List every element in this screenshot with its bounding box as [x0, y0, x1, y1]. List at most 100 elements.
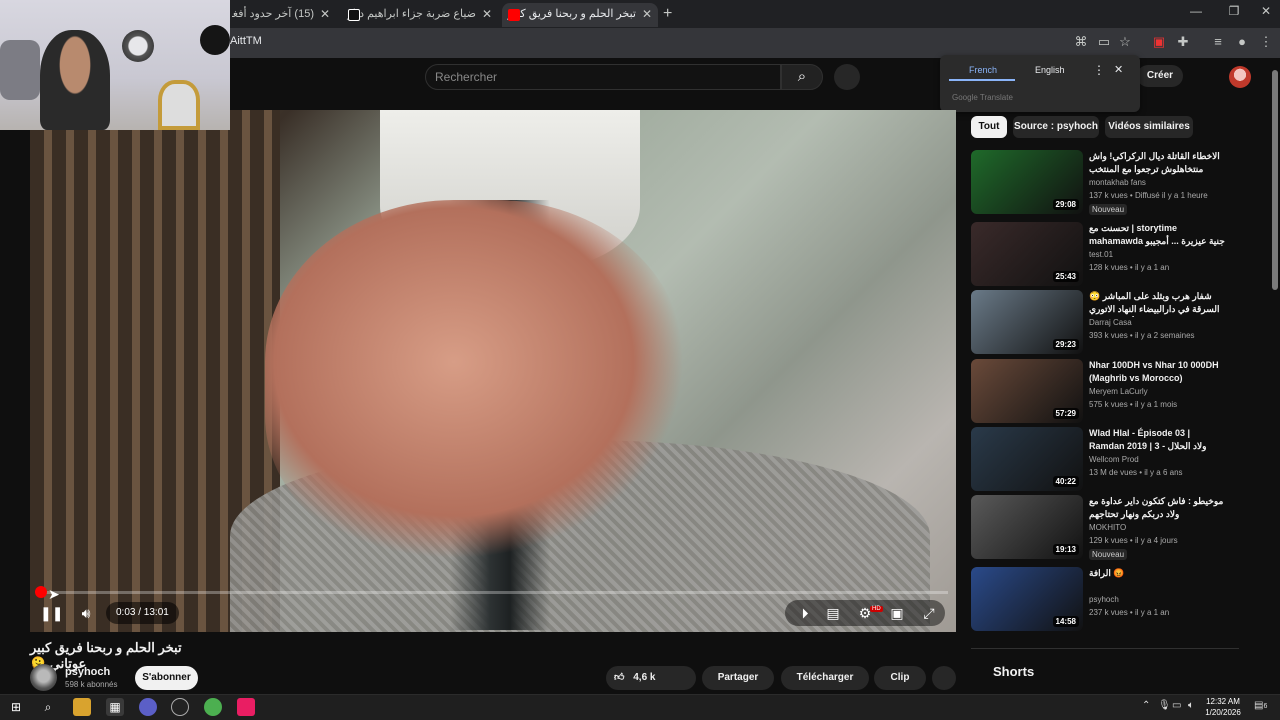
chrome-icon[interactable] — [204, 698, 222, 716]
related-title[interactable]: الرافة 😡 — [1089, 567, 1227, 580]
window-close-icon[interactable]: ✕ — [1254, 4, 1278, 18]
related-title[interactable]: Nhar 100DH vs Nhar 10 000DH (Maghrib vs … — [1089, 359, 1227, 385]
related-channel[interactable]: MOKHITO — [1089, 523, 1126, 532]
related-video-item[interactable]: 19:13 موخيطو : فاش كتكون داير عداوة مع ول… — [971, 495, 1231, 560]
chip-source[interactable]: Source : psyhoch — [1013, 116, 1099, 138]
taskbar-clock[interactable]: 12:32 AM 1/20/2026 — [1200, 696, 1246, 718]
translate-lang-from[interactable]: French — [969, 65, 997, 75]
related-video-item[interactable]: 57:29 Nhar 100DH vs Nhar 10 000DH (Maghri… — [971, 359, 1231, 423]
related-title[interactable]: Wlad Hlal - Épisode 03 | Ramdan 2019 | 3… — [1089, 427, 1227, 454]
volume-icon: 🔊︎ — [81, 605, 91, 621]
related-video-item[interactable]: 29:23 شفار هرب وبثلد على المباشر 😳 السرقة… — [971, 290, 1231, 354]
file-explorer-icon[interactable] — [73, 698, 91, 716]
volume-button[interactable]: 🔊︎ — [75, 603, 97, 623]
search-icon: ⌕ — [797, 68, 807, 85]
related-video-item[interactable]: 25:43 تحسنت مع | storytime mahamawda جنية… — [971, 222, 1231, 286]
account-avatar[interactable] — [1229, 66, 1251, 88]
shorts-heading: Shorts — [993, 664, 1035, 679]
progress-scrubber[interactable] — [35, 586, 47, 598]
media-icon[interactable]: ≡ — [1210, 34, 1226, 50]
puzzle-icon[interactable]: ✚ — [1175, 34, 1191, 50]
related-channel[interactable]: test.01 — [1089, 250, 1113, 259]
subtitles-button[interactable]: ▤ — [822, 603, 844, 623]
chip-similar[interactable]: Vidéos similaires — [1105, 116, 1193, 138]
store-icon[interactable]: ▦ — [106, 698, 124, 716]
channel-name[interactable]: psyhoch — [65, 666, 110, 678]
search-input[interactable]: Rechercher — [425, 64, 781, 90]
search-button[interactable]: ⌕ — [781, 64, 823, 90]
video-thumbnail[interactable]: 40:22 — [971, 427, 1083, 491]
related-video-item[interactable]: 40:22 Wlad Hlal - Épisode 03 | Ramdan 201… — [971, 427, 1231, 491]
video-thumbnail[interactable]: 25:43 — [971, 222, 1083, 286]
new-tab-button[interactable]: + — [663, 5, 672, 23]
related-channel[interactable]: Meryem LaCurly — [1089, 387, 1148, 396]
scrollbar-thumb[interactable] — [1272, 70, 1278, 290]
translate-active-indicator — [949, 79, 1015, 81]
download-button[interactable]: Télécharger — [781, 666, 869, 690]
fullscreen-icon: ⤢ — [923, 605, 935, 621]
clip-button[interactable]: Clip — [874, 666, 926, 690]
subscribe-button[interactable]: S'abonner — [135, 666, 198, 690]
extension-icon[interactable]: ▣ — [1151, 34, 1167, 50]
bookmark-star-icon[interactable]: ☆ — [1117, 34, 1133, 50]
video-thumbnail[interactable]: 29:23 — [971, 290, 1083, 354]
duration-badge: 14:58 — [1052, 616, 1079, 627]
fullscreen-button[interactable]: ⤢ — [918, 603, 940, 623]
tab-close-icon[interactable]: ✕ — [642, 3, 652, 25]
speaker-icon[interactable]: 🔈︎ — [1188, 700, 1194, 711]
chip-all[interactable]: Tout — [971, 116, 1007, 138]
video-thumbnail[interactable]: 19:13 — [971, 495, 1083, 559]
pause-icon: ❚❚ — [40, 605, 64, 621]
pause-button[interactable]: ❚❚ — [40, 603, 64, 623]
translate-icon[interactable]: ⌘ — [1073, 34, 1089, 50]
notification-icon[interactable]: ▤6 — [1254, 700, 1267, 711]
voice-search-button[interactable] — [834, 64, 860, 90]
miniplayer-button[interactable]: ▣ — [886, 603, 908, 623]
related-title[interactable]: تحسنت مع | storytime mahamawda جنية عيزي… — [1089, 222, 1227, 249]
video-thumbnail[interactable]: 29:08 — [971, 150, 1083, 214]
minimize-icon[interactable]: — — [1184, 4, 1208, 18]
tab-current-video[interactable]: تبخر الحلم و ربحنا فريق كبير ✕ — [502, 3, 658, 27]
video-thumbnail[interactable]: 14:58 — [971, 567, 1083, 631]
restore-icon[interactable]: ❐ — [1222, 4, 1246, 18]
cast-icon[interactable]: ▭ — [1096, 34, 1112, 50]
tray-chevron-icon[interactable]: ⌃ — [1142, 700, 1150, 711]
related-title[interactable]: موخيطو : فاش كتكون داير عداوة مع ولاد در… — [1089, 495, 1227, 521]
related-video-item[interactable]: 29:08 الاخطاء القاتلة ديال الركراكي! واش … — [971, 150, 1231, 215]
tab-close-icon[interactable]: ✕ — [482, 3, 492, 25]
duration-badge: 29:08 — [1052, 199, 1079, 210]
microphone-icon[interactable]: 🎙︎ — [1158, 700, 1171, 711]
windows-start-icon[interactable]: ⊞ — [7, 698, 25, 716]
share-button[interactable]: Partager — [702, 666, 774, 690]
network-icon[interactable]: ▭ — [1172, 700, 1181, 711]
notification-count: 6 — [1263, 703, 1268, 710]
like-button[interactable]: 👍︎ 4,6 k — [606, 666, 696, 690]
related-title[interactable]: شفار هرب وبثلد على المباشر 😳 السرقة في د… — [1089, 290, 1227, 317]
url-field[interactable]: AittTM — [230, 35, 262, 47]
app-icon[interactable] — [237, 698, 255, 716]
obs-icon[interactable] — [171, 698, 189, 716]
translate-lang-to[interactable]: English — [1035, 65, 1065, 75]
progress-bar[interactable] — [38, 591, 948, 594]
create-button[interactable]: Créer — [1137, 65, 1183, 87]
menu-dots-icon[interactable]: ⋮ — [1258, 34, 1274, 50]
related-video-item[interactable]: 14:58 الرافة 😡 psyhoch 237 k vues • il y a … — [971, 567, 1231, 631]
profile-icon[interactable]: ● — [1234, 34, 1250, 50]
related-channel[interactable]: psyhoch — [1089, 595, 1119, 604]
translate-options-icon[interactable]: ⋮ — [1093, 63, 1105, 77]
autoplay-toggle[interactable]: ⏵ — [794, 603, 816, 623]
related-channel[interactable]: Darraj Casa — [1089, 318, 1132, 327]
clock-date: 1/20/2026 — [1205, 708, 1241, 717]
more-actions-button[interactable] — [932, 666, 956, 690]
discord-icon[interactable] — [139, 698, 157, 716]
tab-diaz[interactable]: ضياع ضربة جزاء ابراهيم دياز ✕ — [342, 3, 498, 27]
translate-close-icon[interactable]: ✕ — [1114, 63, 1123, 76]
related-channel[interactable]: Wellcom Prod — [1089, 455, 1139, 464]
tab-afghanistan[interactable]: (15) آخر حدود أفغانستان... ✕ — [232, 3, 336, 27]
taskbar-search-icon[interactable]: ⌕ — [39, 698, 57, 716]
video-thumbnail[interactable]: 57:29 — [971, 359, 1083, 423]
related-title[interactable]: الاخطاء القاتلة ديال الركراكي! واش منتخا… — [1089, 150, 1227, 177]
related-channel[interactable]: montakhab fans — [1089, 178, 1146, 187]
tab-close-icon[interactable]: ✕ — [320, 3, 330, 25]
channel-avatar[interactable] — [30, 664, 57, 691]
